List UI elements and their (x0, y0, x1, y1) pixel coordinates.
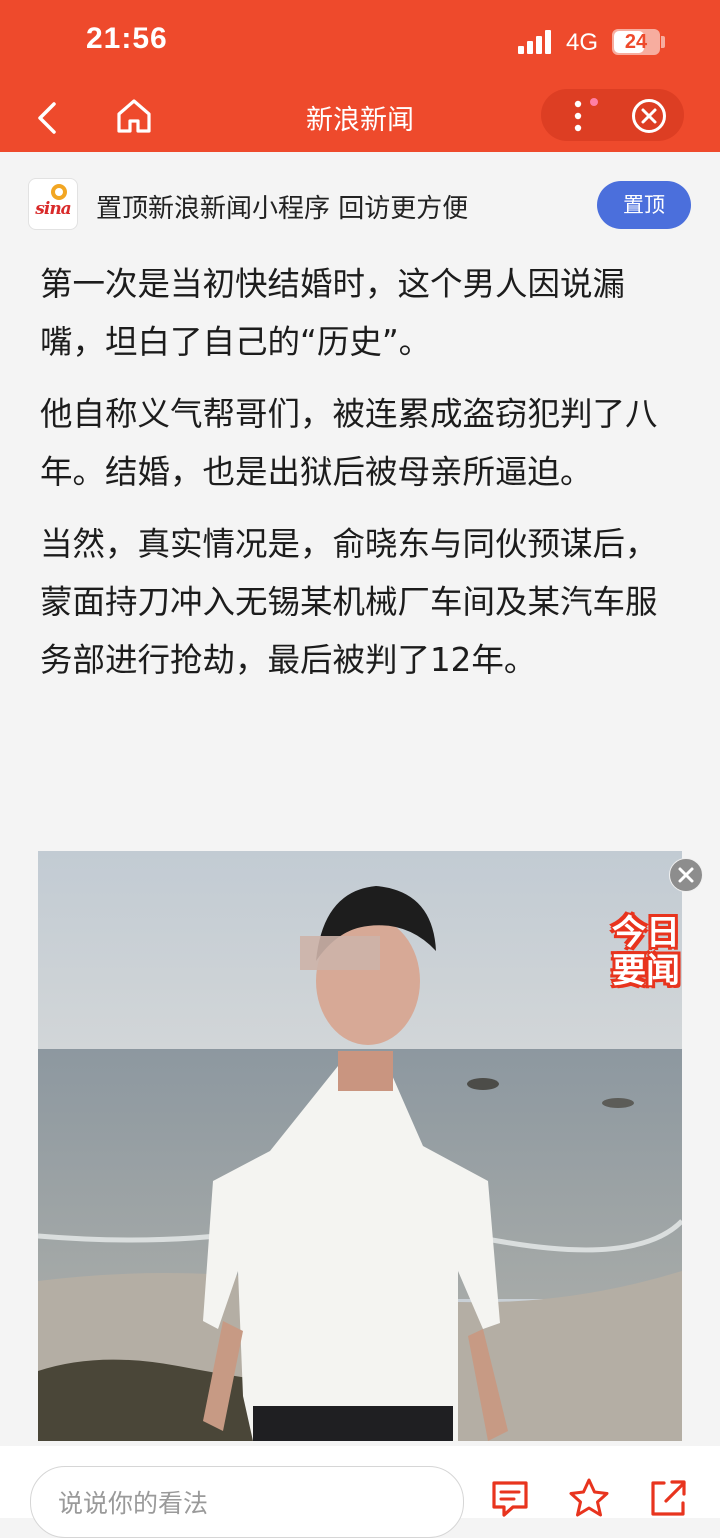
pin-button[interactable]: 置顶 (597, 181, 691, 229)
star-icon (569, 1478, 609, 1517)
article-paragraph: 第一次是当初快结婚时，这个男人因说漏嘴，坦白了自己的“历史”。 (40, 265, 626, 361)
sina-logo: sina (28, 178, 78, 230)
pin-banner-text: 置顶新浪新闻小程序 回访更方便 (96, 194, 469, 224)
share-icon (651, 1480, 686, 1516)
comment-placeholder: 说说你的看法 (58, 1489, 209, 1518)
article-body: 第一次是当初快结婚时，这个男人因说漏嘴，坦白了自己的“历史”。 他自称义气帮哥们… (40, 255, 680, 703)
badge-line-2: 要闻 (612, 951, 680, 991)
favorite-button[interactable] (567, 1476, 611, 1520)
battery-tip (661, 36, 665, 48)
article-paragraph: 他自称义气帮哥们，被连累成盗窃犯判了八年。结婚，也是出狱后被母亲所逼迫。 (40, 395, 658, 491)
article-photo[interactable] (38, 851, 682, 1441)
share-button[interactable] (646, 1476, 690, 1520)
close-icon (678, 867, 694, 883)
status-time: 21:56 (86, 22, 168, 55)
close-circle-icon (632, 99, 666, 133)
notification-dot (590, 98, 598, 106)
article-paragraph: 当然，真实情况是，俞晓东与同伙预谋后，蒙面持刀冲入无锡某机械厂车间及某汽车服务部… (40, 525, 658, 679)
signal-icon (518, 30, 554, 54)
battery-level: 24 (624, 31, 648, 53)
close-mini-program-button[interactable] (630, 97, 668, 135)
close-photo-button[interactable] (669, 858, 703, 892)
comment-button[interactable] (488, 1476, 532, 1520)
headline-badge: 今日 要闻 (608, 905, 694, 991)
network-type: 4G (566, 29, 599, 56)
battery-icon: 24 (612, 29, 660, 55)
comment-icon (492, 1481, 528, 1517)
